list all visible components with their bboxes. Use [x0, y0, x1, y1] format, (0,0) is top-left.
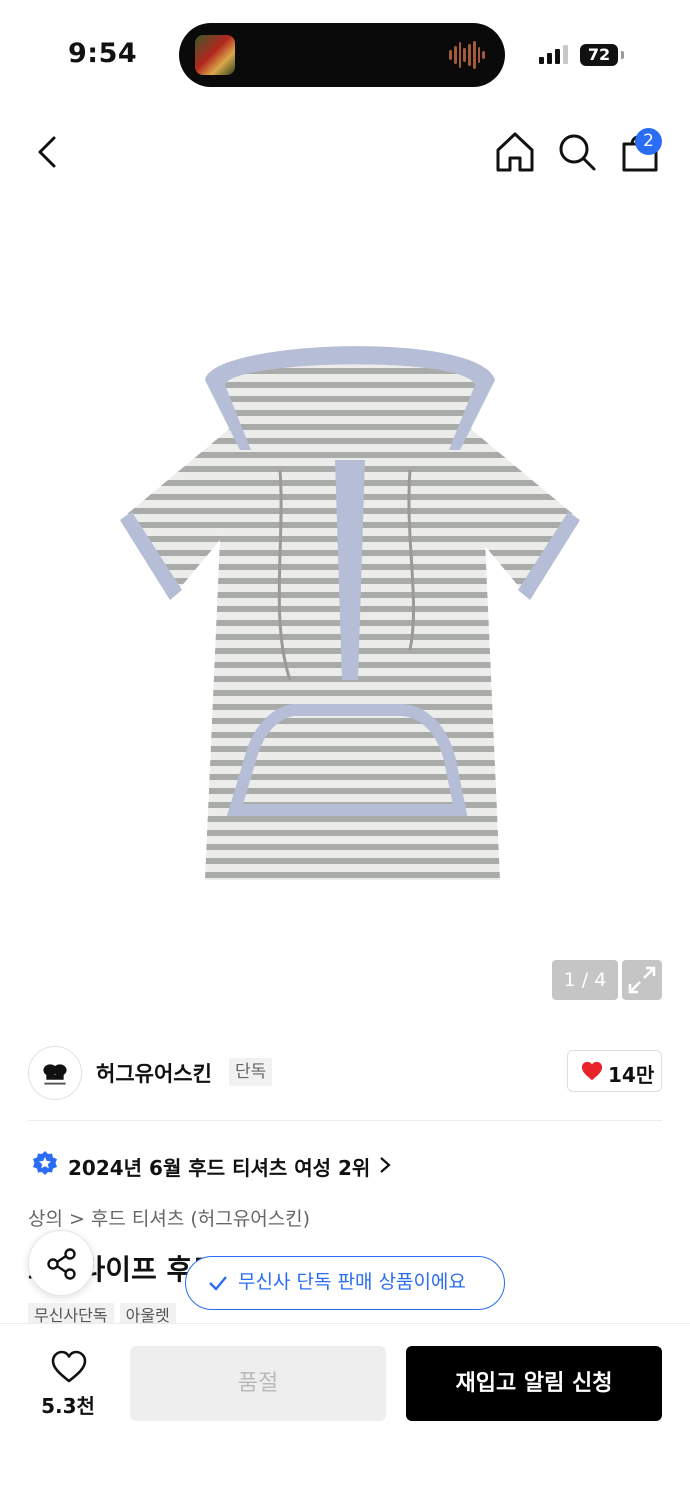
search-icon[interactable]	[556, 130, 598, 174]
battery-tip	[621, 51, 624, 59]
brand-logo[interactable]	[28, 1046, 82, 1100]
brand-row: 허그유어스킨 단독 14만	[28, 1046, 662, 1100]
battery-icon: 72	[580, 44, 618, 66]
ranking-badge-icon	[33, 1151, 57, 1175]
heart-filled-icon	[581, 1061, 603, 1081]
brand-exclusive-tag: 단독	[229, 1058, 273, 1086]
chevron-right-icon: >	[68, 1208, 85, 1230]
section-divider	[28, 1120, 662, 1121]
home-icon[interactable]	[494, 130, 536, 174]
now-playing-artwork	[195, 35, 235, 75]
heart-outline-icon	[51, 1350, 87, 1383]
breadcrumb-category[interactable]: 상의	[28, 1208, 63, 1230]
top-navigation	[0, 120, 690, 184]
bottom-action-bar: 5.3천 품절 재입고 알림 신청	[0, 1323, 690, 1500]
audio-waveform-icon	[449, 41, 485, 69]
cellular-signal-icon	[539, 45, 568, 64]
status-bar: 9:54 72	[0, 0, 690, 110]
ranking-text: 2024년 6월 후드 티셔츠 여성 2위	[68, 1156, 371, 1180]
share-button[interactable]	[28, 1230, 94, 1296]
image-page-indicator: 1 / 4	[552, 960, 618, 1000]
wishlist-button[interactable]: 5.3천	[28, 1346, 108, 1426]
dynamic-island	[179, 23, 505, 87]
product-photo[interactable]	[110, 340, 590, 890]
cart-count-badge: 2	[635, 128, 662, 155]
expand-icon[interactable]	[622, 960, 662, 1000]
wishlist-count: 5.3천	[41, 1394, 95, 1418]
toast-text: 무신사 단독 판매 상품이에요	[238, 1271, 466, 1293]
restock-alert-button[interactable]: 재입고 알림 신청	[406, 1346, 662, 1421]
breadcrumb: 상의 > 후드 티셔츠 (허그유어스킨)	[28, 1204, 310, 1231]
brand-like-button[interactable]: 14만	[567, 1050, 662, 1092]
share-icon	[47, 1248, 76, 1280]
breadcrumb-subcategory[interactable]: 후드 티셔츠 (허그유어스킨)	[91, 1208, 310, 1230]
brand-like-count: 14만	[608, 1063, 655, 1087]
brand-name[interactable]: 허그유어스킨	[96, 1058, 212, 1088]
status-time: 9:54	[68, 38, 138, 69]
exclusive-sale-toast: 무신사 단독 판매 상품이에요	[185, 1256, 505, 1310]
soldout-button: 품절	[130, 1346, 386, 1421]
chevron-right-icon	[380, 1157, 391, 1173]
back-arrow-icon[interactable]	[30, 132, 70, 172]
check-icon	[209, 1276, 227, 1291]
